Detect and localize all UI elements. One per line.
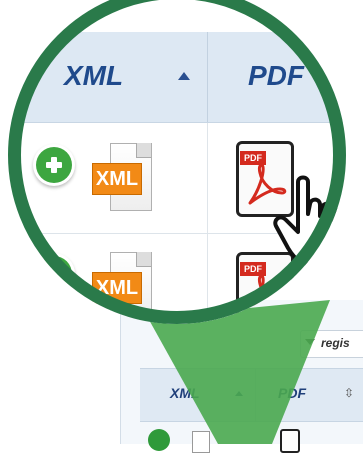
add-circle-icon[interactable] bbox=[36, 147, 72, 183]
xml-file-icon[interactable]: XML bbox=[92, 143, 152, 211]
column-divider bbox=[207, 234, 208, 324]
add-circle-icon[interactable] bbox=[36, 256, 72, 292]
magnified-view: XML PDF XML PDF XML PDF bbox=[8, 0, 346, 324]
column-header-xml[interactable]: XML bbox=[64, 60, 123, 92]
xml-file-icon[interactable]: XML bbox=[92, 252, 152, 320]
column-divider bbox=[207, 32, 208, 122]
xml-file-label: XML bbox=[92, 272, 142, 304]
sort-ascending-icon[interactable] bbox=[178, 72, 190, 80]
column-header-pdf[interactable]: PDF bbox=[248, 60, 304, 92]
hand-pointer-icon bbox=[273, 175, 346, 266]
table-header: XML PDF bbox=[8, 32, 346, 123]
column-divider bbox=[207, 123, 208, 233]
xml-file-label: XML bbox=[92, 163, 142, 195]
